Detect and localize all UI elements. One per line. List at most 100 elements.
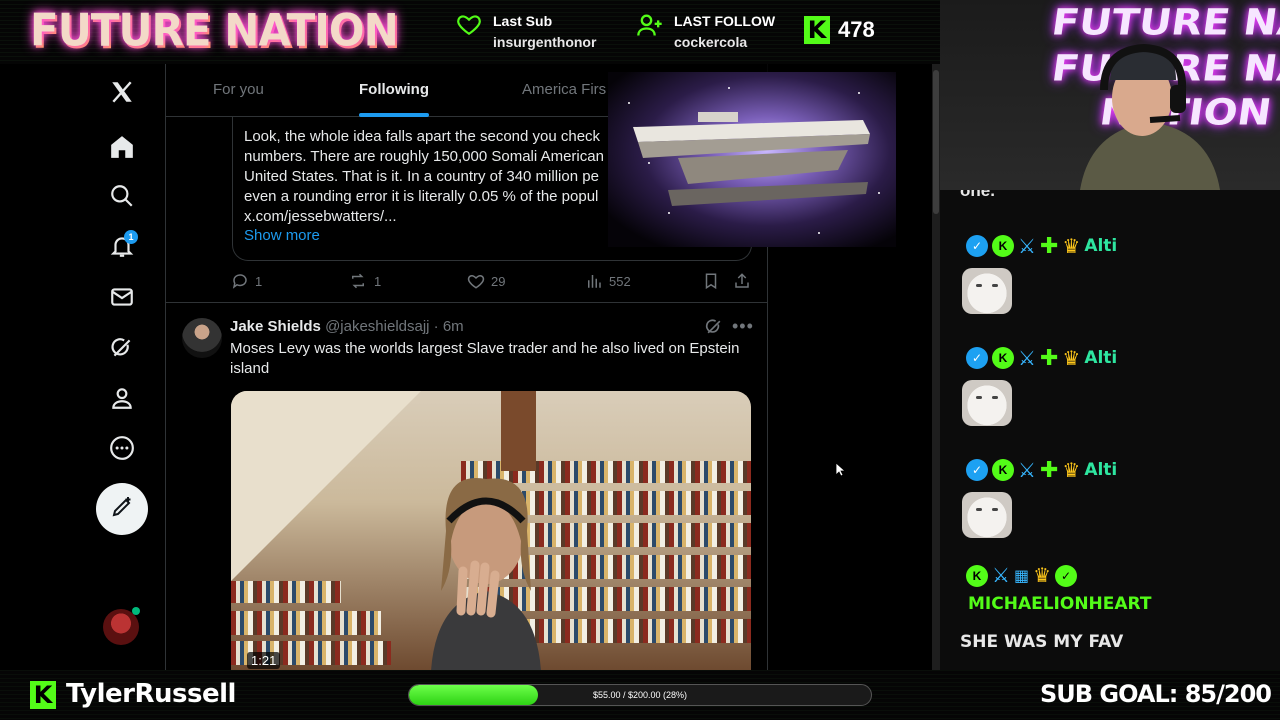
plus-badge-icon: ✚ <box>1039 233 1059 258</box>
x-sidebar: 1 <box>0 64 166 670</box>
like-button[interactable]: 29 <box>467 272 505 290</box>
chat-username[interactable]: Alti <box>1084 460 1117 480</box>
chat-partial-message: one. <box>960 190 995 200</box>
last-follow-user: cockercola <box>674 34 748 50</box>
streamer-person <box>1080 43 1220 190</box>
sword-icon: ⚔ <box>1018 347 1036 370</box>
views-icon <box>585 272 603 290</box>
search-icon[interactable] <box>106 180 138 212</box>
stream-top-bar: FUTURE NATION Last Sub insurgenthonor LA… <box>0 0 940 64</box>
last-sub-alert: Last Sub insurgenthonor <box>455 11 596 53</box>
crown-icon: ♛ <box>1062 459 1081 482</box>
online-indicator <box>132 607 140 615</box>
kick-badge-icon: K <box>966 564 988 587</box>
bookmark-icon[interactable] <box>702 272 720 290</box>
chat-username[interactable]: Alti <box>1084 348 1117 368</box>
spaceship <box>633 112 870 206</box>
cat-emote <box>962 380 1012 426</box>
kick-badge-icon: K <box>992 459 1014 481</box>
add-user-icon <box>636 11 664 39</box>
crown-icon: ♛ <box>1062 347 1081 370</box>
subscriber-badge-icon: ▦ <box>1013 567 1030 585</box>
chat-message: ✓ K ⚔ ✚ ♛ Alti <box>966 233 1117 259</box>
cat-emote <box>962 268 1012 314</box>
crown-icon: ♛ <box>1062 235 1081 258</box>
kick-logo-icon: K <box>804 16 830 44</box>
views-button[interactable]: 552 <box>585 272 631 290</box>
profile-icon[interactable] <box>106 382 138 414</box>
cat-emote <box>962 492 1012 538</box>
streamer-name: TylerRussell <box>66 679 236 709</box>
chat-username[interactable]: Alti <box>1084 236 1117 256</box>
mail-icon[interactable] <box>106 281 138 313</box>
chat-username[interactable]: MICHAELIONHEART <box>968 594 1151 614</box>
bookshelf <box>231 611 381 635</box>
reply-icon <box>231 272 249 290</box>
donation-goal-text: $55.00 / $200.00 (28%) <box>592 690 688 700</box>
wall-slant <box>231 391 421 581</box>
compose-icon <box>110 495 134 524</box>
last-sub-label: Last Sub <box>493 13 553 29</box>
heart-icon <box>455 11 483 37</box>
kick-count-value: 478 <box>838 17 875 42</box>
verified-badge-icon: ✓ <box>966 347 988 369</box>
view-count: 552 <box>609 273 631 289</box>
plus-badge-icon: ✚ <box>1039 457 1059 482</box>
last-follow-label: LAST FOLLOW <box>674 13 776 29</box>
video-person <box>431 478 541 670</box>
verified-badge-icon: ✓ <box>1055 564 1077 587</box>
sword-icon: ⚔ <box>1018 459 1036 482</box>
kick-follower-count: K 478 <box>804 16 875 44</box>
tab-following[interactable]: Following <box>359 81 429 98</box>
last-sub-user: insurgenthonor <box>493 34 597 50</box>
chat-message-text: SHE WAS MY FAV <box>960 632 1124 652</box>
tweet-header: Jake Shields @jakeshieldsajj · 6m <box>230 318 464 335</box>
author-name[interactable]: Jake Shields <box>230 318 321 335</box>
chat-message: ✓ K ⚔ ✚ ♛ Alti <box>966 457 1117 483</box>
compose-post-button[interactable] <box>96 483 148 535</box>
tab-for-you[interactable]: For you <box>213 81 264 98</box>
author-avatar[interactable] <box>182 318 222 358</box>
kick-badge-icon: K <box>992 235 1014 257</box>
cursor-icon <box>835 462 847 482</box>
more-icon[interactable] <box>106 432 138 464</box>
sword-icon: ⚔ <box>1018 235 1036 258</box>
repost-icon <box>348 272 368 290</box>
notification-badge: 1 <box>124 230 138 244</box>
share-icon[interactable] <box>733 272 751 290</box>
verified-badge-icon: ✓ <box>966 235 988 257</box>
sword-icon: ⚔ <box>992 565 1010 587</box>
video-duration: 1:21 <box>247 652 281 669</box>
grok-icon[interactable] <box>106 332 138 364</box>
pip-video[interactable] <box>608 72 896 247</box>
chat-panel: one. ✓ K ⚔ ✚ ♛ Alti ✓ K ⚔ ✚ ♛ Alti ✓ K ⚔… <box>940 190 1280 670</box>
last-follow-alert: LAST FOLLOW cockercola <box>636 11 775 53</box>
author-handle[interactable]: @jakeshieldsajj · 6m <box>325 318 464 335</box>
show-more-link[interactable]: Show more <box>244 227 320 244</box>
like-icon <box>467 272 485 290</box>
plus-badge-icon: ✚ <box>1039 345 1059 370</box>
stream-bottom-bar: K TylerRussell $55.00 / $200.00 (28%) SU… <box>0 670 1280 720</box>
webcam-feed: FUTURE NATION FUTURE NATION NATION <box>940 0 1280 190</box>
chat-message: K ⚔ ▦ ♛ ✓ <box>966 563 1077 588</box>
reply-count: 1 <box>255 273 263 289</box>
x-logo-icon[interactable] <box>106 76 138 108</box>
repost-button[interactable]: 1 <box>348 272 381 290</box>
repost-count: 1 <box>374 273 382 289</box>
post-divider <box>166 302 768 303</box>
sub-goal: SUB GOAL: 85/200 <box>1040 680 1272 708</box>
home-icon[interactable] <box>106 131 138 163</box>
tweet-text: Moses Levy was the worlds largest Slave … <box>230 340 740 377</box>
brand-logo: FUTURE NATION <box>30 4 399 57</box>
more-icon[interactable]: ••• <box>732 316 754 337</box>
kick-badge-icon: K <box>992 347 1014 369</box>
kick-logo-icon: K <box>30 681 56 709</box>
scrollbar-thumb[interactable] <box>933 70 939 214</box>
chat-message: ✓ K ⚔ ✚ ♛ Alti <box>966 345 1117 371</box>
verified-badge-icon: ✓ <box>966 459 988 481</box>
reply-button[interactable]: 1 <box>231 272 262 290</box>
crown-icon: ♛ <box>1033 565 1051 587</box>
like-count: 29 <box>491 273 506 289</box>
tab-america-first[interactable]: America Firs <box>522 81 606 98</box>
tweet-video[interactable]: 1:21 <box>231 391 751 670</box>
